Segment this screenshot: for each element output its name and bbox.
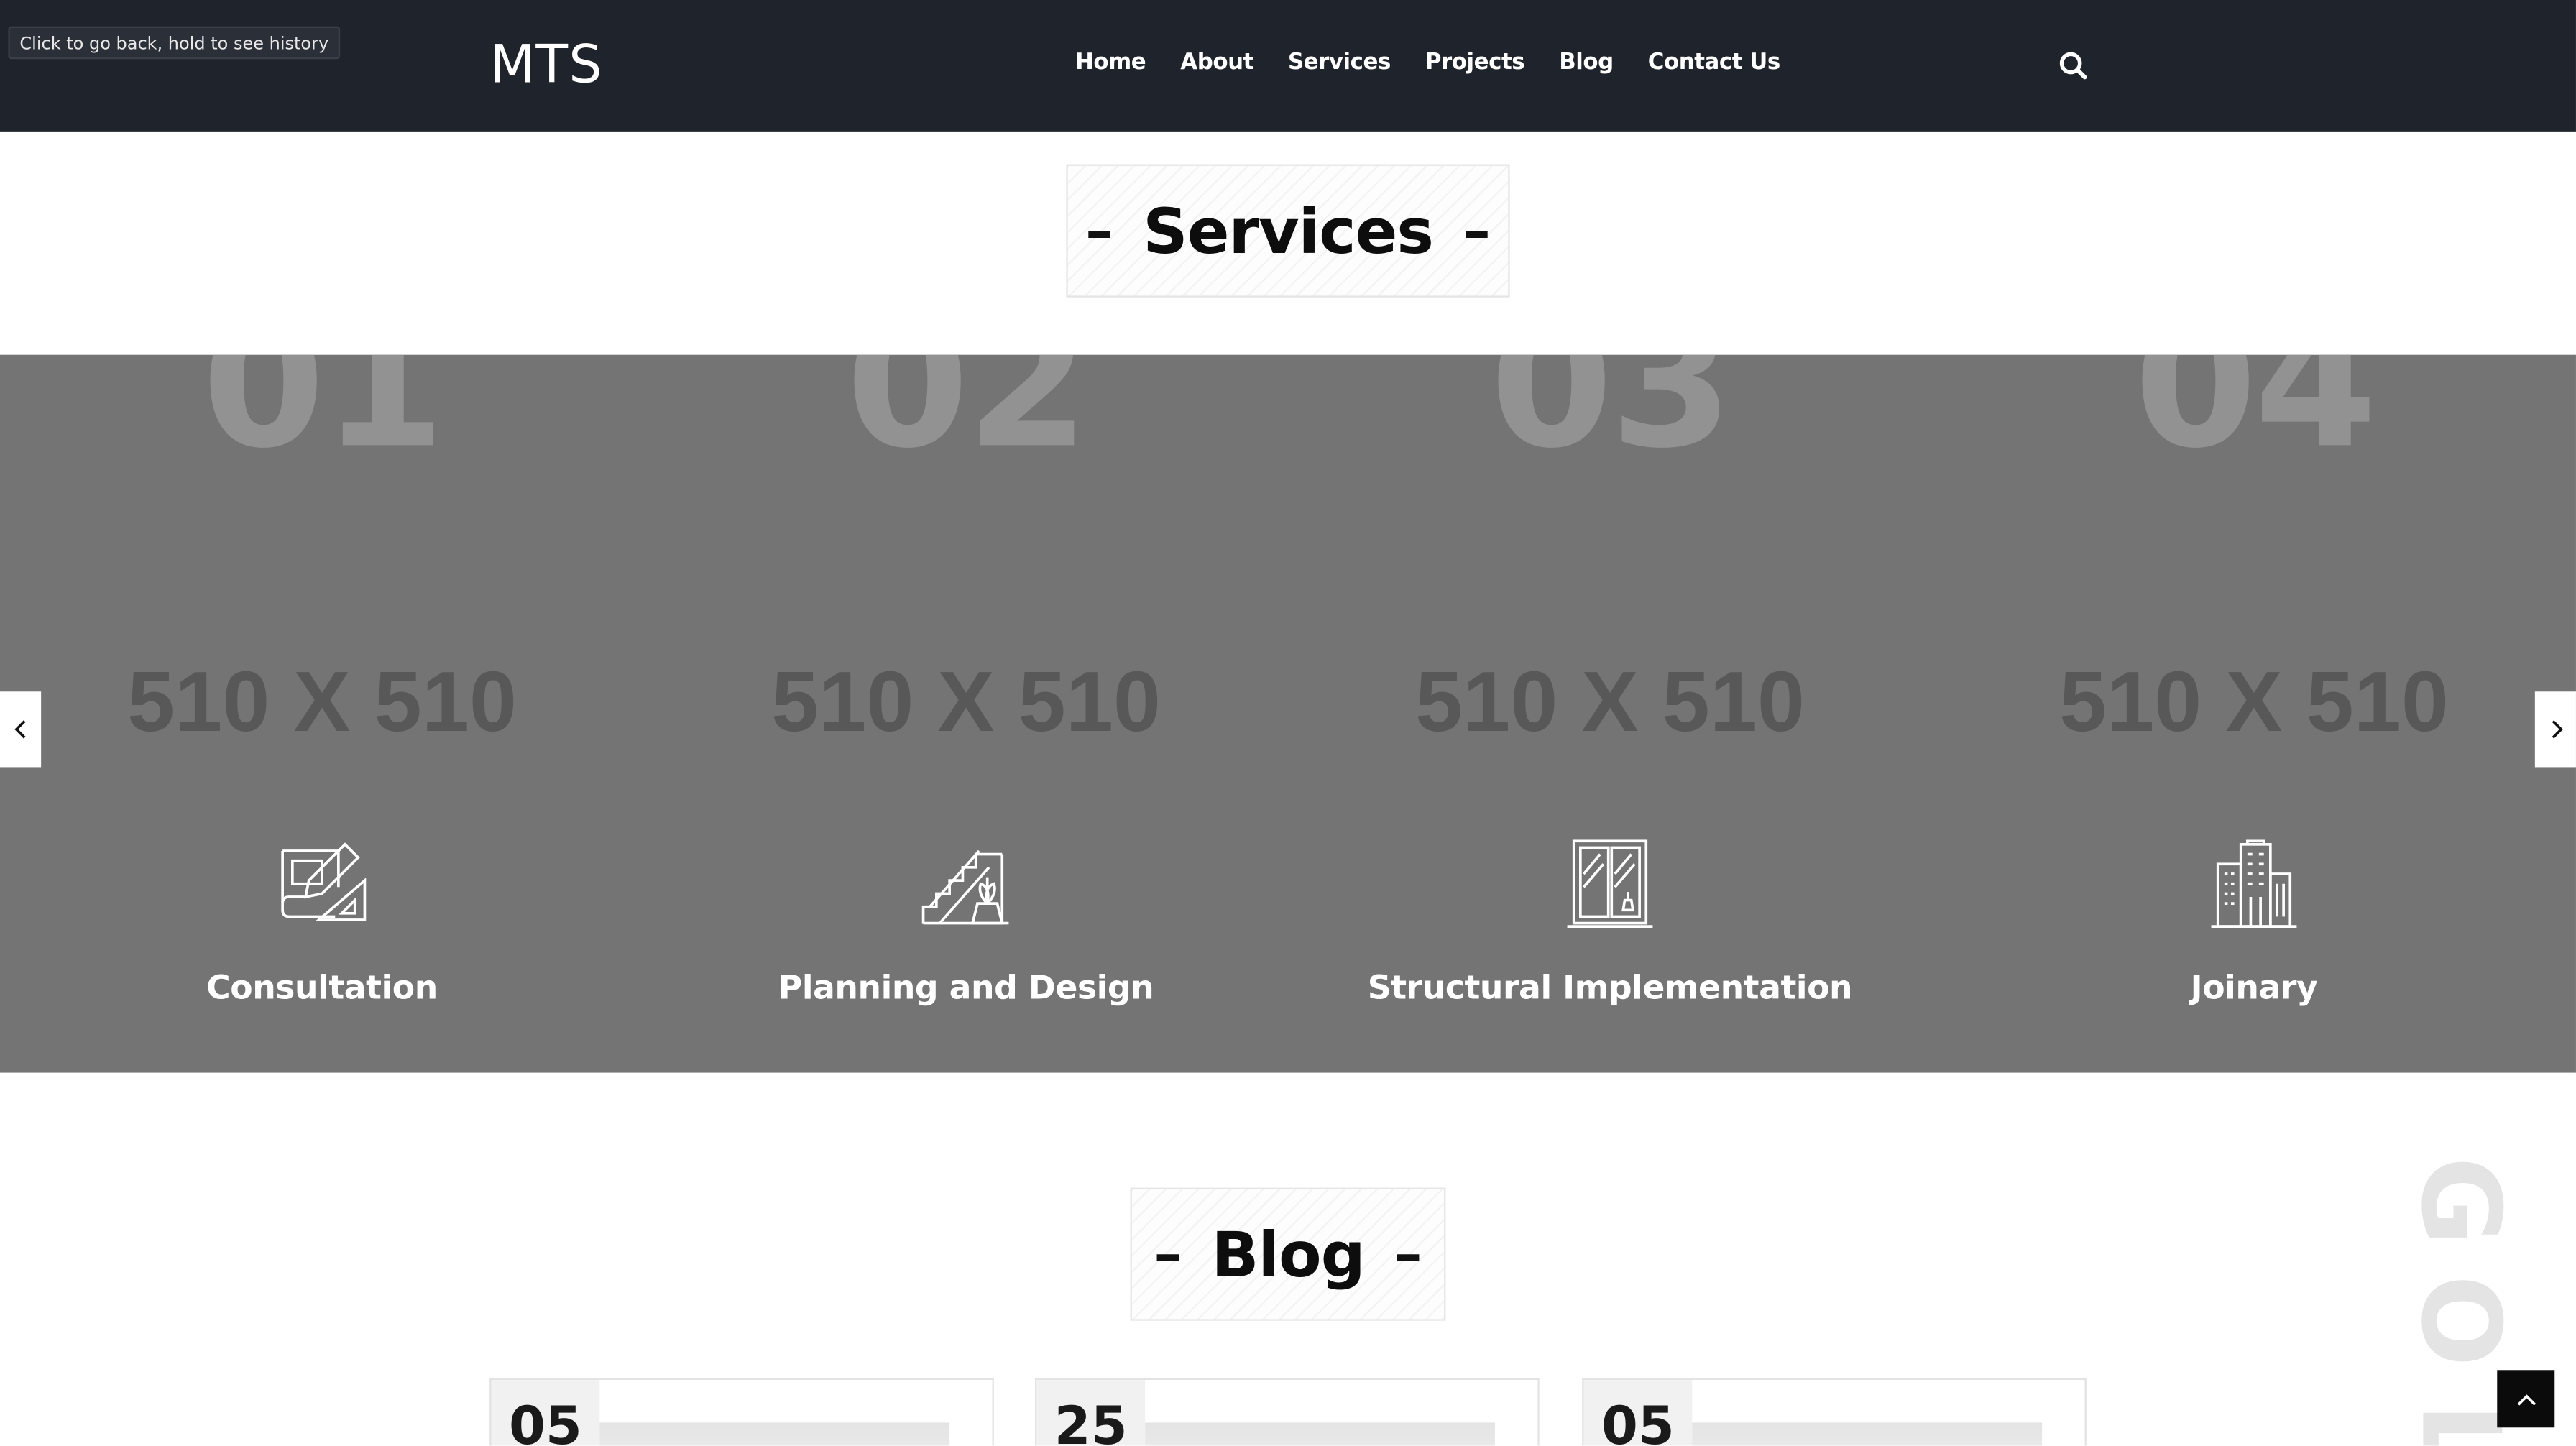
service-image-placeholder: 510 X 510 xyxy=(126,655,517,751)
blog-date-day: 05 xyxy=(1583,1379,1693,1446)
scroll-to-top-button[interactable] xyxy=(2497,1370,2555,1428)
service-name: Consultation xyxy=(206,967,438,1008)
service-name: Joinary xyxy=(2190,967,2318,1008)
page: Click to go back, hold to see history MT… xyxy=(0,0,2576,1446)
chevron-left-icon xyxy=(14,720,25,739)
nav-about[interactable]: About xyxy=(1163,50,1271,76)
title-dash-left: – xyxy=(1085,198,1114,264)
blog-heading: Blog xyxy=(1211,1217,1365,1291)
stairs-plant-icon xyxy=(920,838,1012,930)
blog-card[interactable]: 05 xyxy=(1582,1378,2087,1446)
service-number: 04 xyxy=(2133,354,2378,488)
window-door-icon xyxy=(1564,838,1656,930)
blog-thumbnail[interactable] xyxy=(599,1422,950,1446)
service-image-placeholder: 510 X 510 xyxy=(2058,655,2449,751)
chevron-right-icon xyxy=(2551,720,2562,739)
services-carousel: 01 510 X 510 Consultation 02 510 X 510 P… xyxy=(0,354,2576,1073)
carousel-next-button[interactable] xyxy=(2534,691,2576,768)
nav-blog[interactable]: Blog xyxy=(1542,50,1631,76)
site-header: Click to go back, hold to see history MT… xyxy=(0,0,2576,132)
service-name: Planning and Design xyxy=(778,967,1154,1008)
service-image-placeholder: 510 X 510 xyxy=(770,655,1161,751)
service-name: Structural Implementation xyxy=(1367,967,1853,1008)
chevron-up-icon xyxy=(2516,1394,2535,1405)
carousel-prev-button[interactable] xyxy=(0,691,42,768)
nav-home[interactable]: Home xyxy=(1058,50,1163,76)
site-logo[interactable]: MTS xyxy=(489,33,603,96)
service-number: 03 xyxy=(1489,354,1734,488)
nav-contact[interactable]: Contact Us xyxy=(1631,50,1798,76)
blog-ghost-letter: G xyxy=(2396,1156,2524,1245)
service-image-placeholder: 510 X 510 xyxy=(1414,655,1805,751)
title-dash-left: – xyxy=(1154,1221,1182,1287)
blog-date-day: 25 xyxy=(1036,1379,1146,1446)
blog-ghost-letter: O xyxy=(2396,1274,2524,1367)
search-icon[interactable] xyxy=(2057,50,2090,83)
nav-services[interactable]: Services xyxy=(1271,50,1408,76)
blog-section-title: – Blog – xyxy=(1130,1187,1446,1321)
blog-thumbnail[interactable] xyxy=(1692,1422,2043,1446)
blog-date-day: 05 xyxy=(491,1379,600,1446)
services-section-title: – Services – xyxy=(1066,164,1510,298)
blueprint-pencil-icon xyxy=(276,838,368,930)
buildings-icon xyxy=(2208,838,2300,930)
back-tooltip: Click to go back, hold to see history xyxy=(8,26,341,60)
blog-card[interactable]: 05 xyxy=(489,1378,994,1446)
service-card[interactable]: 04 510 X 510 Joinary xyxy=(1932,355,2576,1073)
service-card[interactable]: 02 510 X 510 Planning and Design xyxy=(644,355,1288,1073)
service-card[interactable]: 03 510 X 510 Structural Implementation xyxy=(1288,355,1932,1073)
blog-card[interactable]: 25 xyxy=(1034,1378,1540,1446)
title-dash-right: – xyxy=(1394,1221,1422,1287)
title-dash-right: – xyxy=(1462,198,1491,264)
main-nav: Home About Services Projects Blog Contac… xyxy=(1058,50,1798,76)
blog-thumbnail[interactable] xyxy=(1145,1422,1495,1446)
services-heading: Services xyxy=(1143,194,1434,267)
nav-projects[interactable]: Projects xyxy=(1408,50,1542,76)
service-number: 02 xyxy=(845,354,1090,488)
service-card[interactable]: 01 510 X 510 Consultation xyxy=(0,355,644,1073)
service-number: 01 xyxy=(201,354,446,488)
